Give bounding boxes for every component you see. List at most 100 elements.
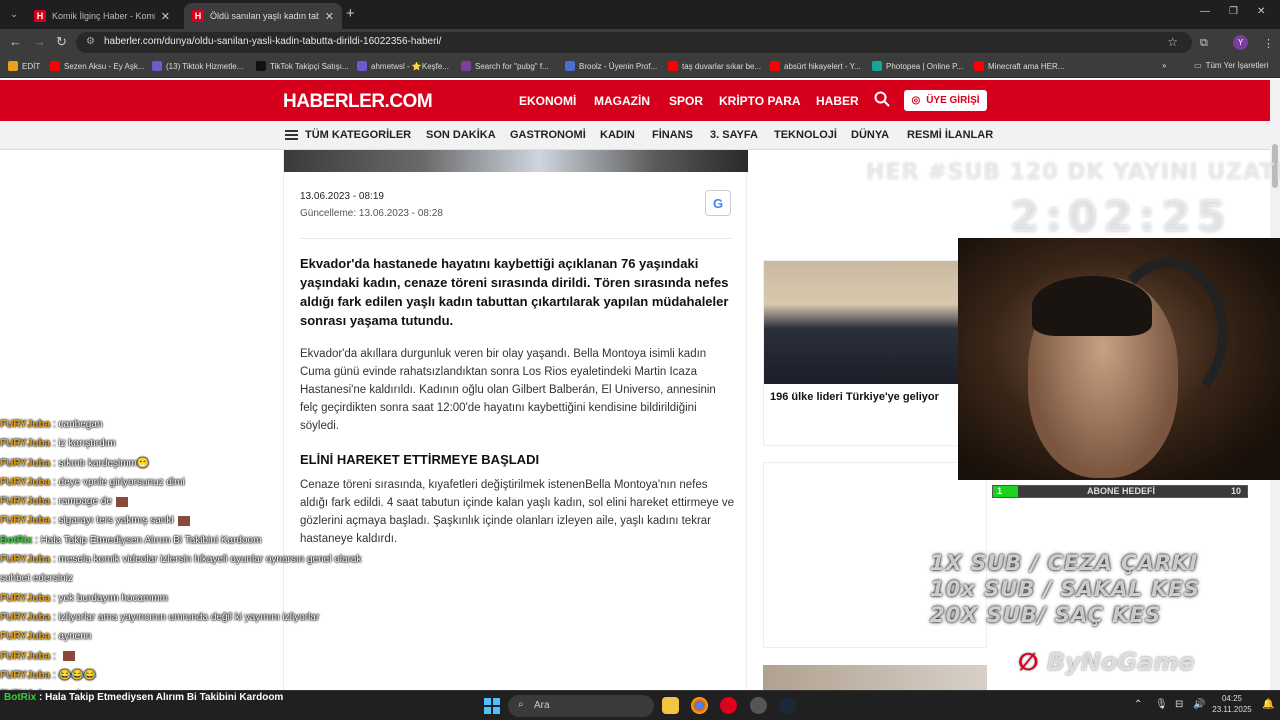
- goal-target: 10: [1230, 486, 1241, 496]
- steam-icon[interactable]: [779, 697, 796, 714]
- haberler-favicon-icon: H: [34, 10, 46, 22]
- category-son-dakika[interactable]: SON DAKİKA: [426, 129, 496, 141]
- chat-message-row: FURYJuba : rampage de: [0, 492, 400, 511]
- site-info-icon[interactable]: ⚙: [86, 36, 95, 47]
- bynogame-mark-icon: ∅: [1018, 648, 1047, 676]
- nav-haber[interactable]: HABER: [816, 94, 859, 108]
- bookmark-item[interactable]: absürt hikayelert - Y...: [770, 61, 861, 71]
- category-dunya[interactable]: DÜNYA: [851, 129, 889, 141]
- chat-text: sohbet edersiniz: [0, 573, 73, 585]
- chat-username: FURYJuba: [0, 438, 51, 450]
- article-hero-image: [284, 150, 748, 172]
- bookmark-item[interactable]: (13) Tiktok Hizmetle...: [152, 61, 243, 71]
- chat-text: : deye vpnle giriyorsunuz dimi: [50, 476, 185, 488]
- news-card-title[interactable]: 196 ülke lideri Türkiye'ye geliyor: [770, 391, 939, 403]
- file-explorer-icon[interactable]: [662, 697, 679, 714]
- bookmark-item[interactable]: Sezen Aksu - Ey Aşk...: [50, 61, 144, 71]
- extensions-icon[interactable]: ⧉: [1200, 37, 1208, 50]
- obs-icon[interactable]: [750, 697, 767, 714]
- x-share-button[interactable]: 𝕏: [636, 190, 662, 216]
- notification-icon[interactable]: 🔔: [1262, 699, 1274, 710]
- system-clock[interactable]: 04:25 23.11.2025: [1212, 693, 1252, 715]
- new-tab-button[interactable]: +: [346, 5, 355, 22]
- address-bar[interactable]: ⚙ haberler.com/dunya/oldu-sanilan-yasli-…: [76, 32, 1192, 53]
- nav-ekonomi[interactable]: EKONOMİ: [519, 94, 576, 108]
- goal-label: ABONE HEDEFİ: [1086, 486, 1155, 496]
- stream-timer: 2:02:25: [1010, 192, 1232, 241]
- all-categories-button[interactable]: TÜM KATEGORİLER: [305, 129, 411, 141]
- close-tab-icon[interactable]: ✕: [325, 10, 334, 23]
- category-finans[interactable]: FİNANS: [652, 129, 693, 141]
- back-icon[interactable]: ←: [9, 34, 22, 49]
- tab-2[interactable]: H Öldü sanılan yaşlı kadın tabutta ✕: [184, 3, 342, 29]
- chat-username: BotRix: [0, 534, 33, 546]
- chat-text: : mesela komik videolar izlersin hikayel…: [50, 554, 362, 566]
- bookmark-item[interactable]: taş duvarlar sıkar be...: [668, 61, 761, 71]
- all-bookmarks-label: Tüm Yer İşaretleri: [1205, 61, 1269, 70]
- category-teknoloji[interactable]: TEKNOLOJİ: [774, 129, 837, 141]
- login-button[interactable]: ◎ ÜYE GİRİŞİ: [904, 90, 987, 111]
- taskbar: BotRix : Hala Takip Etmediysen Alırım Bi…: [0, 690, 1280, 720]
- network-icon[interactable]: ⊟: [1175, 699, 1183, 710]
- minimize-icon[interactable]: —: [1200, 6, 1210, 17]
- close-tab-icon[interactable]: ✕: [161, 10, 170, 23]
- sub-reward-line: 10x SUB / SAKAL KES: [930, 577, 1200, 601]
- article-lead: Ekvador'da hastanede hayatını kaybettiği…: [300, 256, 729, 328]
- opera-icon[interactable]: [720, 697, 737, 714]
- reload-icon[interactable]: ↻: [56, 34, 67, 50]
- tab-1[interactable]: H Komik İlginç Haber - Komik İlginç ✕: [26, 3, 178, 29]
- chat-emote-icon: [177, 515, 190, 526]
- nav-spor[interactable]: SPOR: [669, 94, 703, 108]
- chat-text: : aynenn: [50, 631, 92, 643]
- tab-list-button[interactable]: ⌄: [6, 6, 22, 22]
- bookmark-item[interactable]: Broolz - Üyenin Prof...: [565, 61, 657, 71]
- news-card[interactable]: 196 ülke lideri Türkiye'ye geliyor: [763, 260, 988, 446]
- category-gastronomi[interactable]: GASTRONOMİ: [510, 129, 586, 141]
- all-bookmarks-folder[interactable]: ▭ Tüm Yer İşaretleri: [1194, 61, 1268, 70]
- category-3-sayfa[interactable]: 3. SAYFA: [710, 129, 758, 141]
- bookmarks-overflow-icon[interactable]: »: [1162, 61, 1166, 70]
- bookmark-favicon-icon: [50, 61, 60, 71]
- clock-date: 23.11.2025: [1212, 705, 1252, 714]
- login-label: ÜYE GİRİŞİ: [926, 95, 980, 106]
- volume-icon[interactable]: 🔊: [1193, 699, 1205, 710]
- facebook-share-button[interactable]: f: [601, 190, 627, 216]
- bookmark-favicon-icon: [8, 61, 18, 71]
- bookmark-item[interactable]: Search for "pubg" f...: [461, 61, 549, 71]
- category-kadin[interactable]: KADIN: [600, 129, 635, 141]
- user-icon: ◎: [911, 95, 921, 106]
- bookmark-star-icon[interactable]: ☆: [1167, 35, 1178, 49]
- taskbar-search[interactable]: ⌕ Ara: [508, 695, 654, 717]
- bookmark-item[interactable]: EDİT: [8, 61, 40, 71]
- microphone-icon[interactable]: 🎙: [1155, 699, 1168, 710]
- windows-start-icon[interactable]: [484, 698, 500, 714]
- nav-magazin[interactable]: MAGAZİN: [594, 94, 650, 108]
- whatsapp-share-button[interactable]: ✆: [670, 190, 696, 216]
- profile-avatar[interactable]: Y: [1233, 35, 1248, 50]
- haberler-favicon-icon: H: [192, 10, 204, 22]
- chat-username: FURYJuba: [0, 631, 51, 643]
- hamburger-icon[interactable]: [285, 130, 298, 140]
- bookmark-item[interactable]: TikTok Takipçi Satışı...: [256, 61, 349, 71]
- category-resmi-ilanlar[interactable]: RESMİ İLANLAR: [907, 129, 993, 141]
- category-bar: TÜM KATEGORİLER SON DAKİKA GASTRONOMİ KA…: [0, 121, 1270, 150]
- bookmark-item[interactable]: Photopea | Online P...: [872, 61, 963, 71]
- menu-icon[interactable]: ⋮: [1263, 37, 1274, 50]
- google-share-button[interactable]: G: [705, 190, 731, 216]
- chat-text: : rampage de: [50, 496, 112, 508]
- tray-overflow-icon[interactable]: ⌃: [1134, 699, 1142, 710]
- close-window-icon[interactable]: ✕: [1257, 6, 1265, 17]
- chat-user: BotRix: [4, 692, 37, 703]
- search-icon[interactable]: [874, 91, 890, 107]
- whatsapp-icon: ✆: [677, 195, 689, 210]
- article-date: 13.06.2023 - 08:19: [300, 191, 384, 202]
- forward-icon[interactable]: →: [33, 34, 46, 49]
- webcam-feed: [958, 238, 1280, 480]
- bookmark-item[interactable]: ahmetwsl - ⭐Keşfe...: [357, 61, 449, 71]
- chrome-icon[interactable]: [691, 697, 708, 714]
- bookmark-item[interactable]: Minecraft ama HER...: [974, 61, 1064, 71]
- maximize-icon[interactable]: ❐: [1229, 6, 1238, 17]
- site-logo[interactable]: HABERLER.COM: [283, 91, 433, 113]
- bookmark-label: TikTok Takipçi Satışı...: [270, 61, 349, 71]
- nav-kripto-para[interactable]: KRİPTO PARA: [719, 94, 801, 108]
